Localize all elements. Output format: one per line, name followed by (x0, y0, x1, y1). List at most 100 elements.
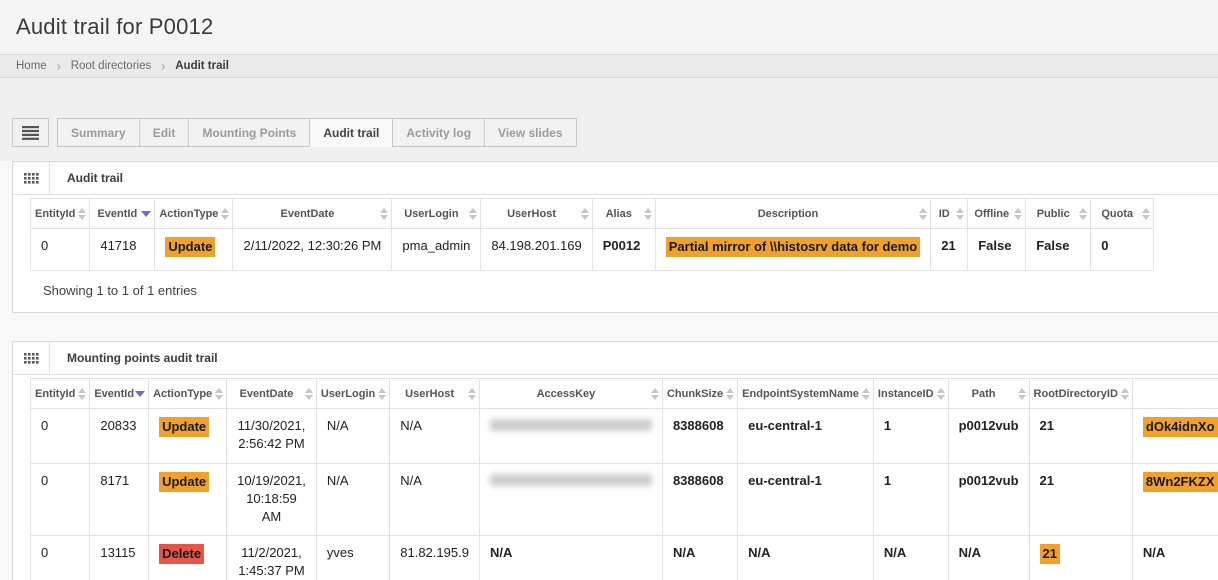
cell: N/A (316, 464, 389, 536)
column-header-UserHost[interactable]: UserHost (481, 199, 592, 229)
column-header-EndpointSystemName[interactable]: EndpointSystemName (738, 379, 874, 409)
cell: dOk4idnXo (1132, 409, 1218, 464)
tab-mounting-points[interactable]: Mounting Points (188, 118, 310, 147)
cell: P0012 (592, 229, 655, 271)
column-header-Public[interactable]: Public (1026, 199, 1091, 229)
breadcrumb-item-root-directories[interactable]: Root directories (71, 60, 152, 72)
column-header-label: EndpointSystemName (742, 388, 859, 400)
column-header-ActionType[interactable]: ActionType (149, 379, 227, 409)
tab-view-slides[interactable]: View slides (484, 118, 576, 147)
sort-icon (956, 208, 964, 220)
entries-count-text: Showing 1 to 1 of 1 entries (13, 271, 1218, 312)
sort-icon (78, 208, 86, 220)
sort-icon (1014, 208, 1022, 220)
column-header-AccessKey[interactable]: AccessKey (479, 379, 662, 409)
column-header-InstanceID[interactable]: InstanceID (873, 379, 948, 409)
cell: Delete (149, 535, 227, 580)
cell: 20833 (90, 409, 149, 464)
cell: p0012vub (948, 409, 1029, 464)
cell: p0012vub (948, 464, 1029, 536)
column-header-label: EventId (97, 208, 137, 220)
cell: 13115 (90, 535, 149, 580)
column-header-UserHost[interactable]: UserHost (390, 379, 480, 409)
tab-bar-region: SummaryEditMounting PointsAudit trailAct… (0, 78, 1218, 147)
column-header-blank (1132, 379, 1218, 409)
column-header-Quota[interactable]: Quota (1091, 199, 1154, 229)
column-header-RootDirectoryID[interactable]: RootDirectoryID (1029, 379, 1132, 409)
cell: 8Wn2FKZX (1132, 464, 1218, 536)
tab-bar: SummaryEditMounting PointsAudit trailAct… (12, 118, 1218, 147)
cell: 2/11/2022, 12:30:26 PM (233, 229, 392, 271)
column-header-label: EntityId (35, 208, 75, 220)
cell: 11/2/2021, 1:45:37 PM (227, 535, 317, 580)
cell: 8388608 (662, 464, 737, 536)
header-row: EntityId EventId ActionTypeEventDateUserLo… (31, 199, 1154, 229)
cell: 0 (1091, 229, 1154, 271)
breadcrumb-item-home[interactable]: Home (16, 60, 47, 72)
breadcrumb-separator-icon: › (57, 58, 61, 74)
column-header-Path[interactable]: Path (948, 379, 1029, 409)
sort-icon (1121, 388, 1129, 400)
grid-menu-icon[interactable] (13, 342, 50, 374)
column-header-label: Public (1037, 208, 1070, 220)
column-header-EventDate[interactable]: EventDate (227, 379, 317, 409)
cell: 1 (873, 409, 948, 464)
menu-button[interactable] (12, 118, 49, 147)
column-header-ID[interactable]: ID (931, 199, 968, 229)
cell: N/A (873, 535, 948, 580)
column-header-EventDate[interactable]: EventDate (233, 199, 392, 229)
column-header-label: Description (758, 208, 819, 220)
column-header-EventId[interactable]: EventId (90, 379, 149, 409)
cell: Partial mirror of \\histosrv data for de… (655, 229, 931, 271)
tab-edit[interactable]: Edit (139, 118, 190, 147)
sort-icon (78, 388, 86, 400)
column-header-UserLogin[interactable]: UserLogin (316, 379, 389, 409)
cell: 21 (1029, 464, 1132, 536)
cell: 81.82.195.9 (390, 535, 480, 580)
sort-icon (1018, 388, 1026, 400)
tab-summary[interactable]: Summary (57, 118, 140, 147)
sort-icon (468, 388, 476, 400)
column-header-Offline[interactable]: Offline (968, 199, 1026, 229)
tab-activity-log[interactable]: Activity log (392, 118, 485, 147)
table-row: 013115Delete11/2/2021, 1:45:37 PMyves81.… (31, 535, 1218, 580)
cell: eu-central-1 (738, 464, 874, 536)
page-title: Audit trail for P0012 (16, 14, 1202, 40)
column-header-EntityId[interactable]: EntityId (31, 379, 90, 409)
sort-icon (469, 208, 477, 220)
column-header-Alias[interactable]: Alias (592, 199, 655, 229)
column-header-label: Quota (1101, 208, 1133, 220)
cell: 10/19/2021, 10:18:59 AM (227, 464, 317, 536)
cell: 21 (1029, 409, 1132, 464)
panel-title: Audit trail (50, 162, 123, 194)
column-header-label: InstanceID (878, 388, 934, 400)
sort-icon (380, 208, 388, 220)
breadcrumb-separator-icon: › (161, 58, 165, 74)
table-row: 020833Update11/30/2021, 2:56:42 PMN/AN/A… (31, 409, 1218, 464)
highlighted-value: 8Wn2FKZX (1143, 472, 1218, 492)
highlighted-value: Delete (159, 544, 204, 564)
grid-menu-icon[interactable] (13, 162, 50, 194)
redacted-value (490, 474, 652, 486)
cell: False (1026, 229, 1091, 271)
column-header-label: UserHost (405, 388, 454, 400)
table-row: 041718Update2/11/2022, 12:30:26 PMpma_ad… (31, 229, 1154, 271)
cell: N/A (1132, 535, 1218, 580)
column-header-label: EventDate (240, 388, 294, 400)
highlighted-value: 21 (1040, 544, 1060, 564)
column-header-EventId[interactable]: EventId (90, 199, 155, 229)
sort-icon (581, 208, 589, 220)
table-row: 08171Update10/19/2021, 10:18:59 AMN/AN/A… (31, 464, 1218, 536)
cell: False (968, 229, 1026, 271)
tab-audit-trail[interactable]: Audit trail (309, 118, 393, 147)
header-row: EntityIdEventIdActionType EventDate UserLo… (31, 379, 1218, 409)
column-header-Description[interactable]: Description (655, 199, 931, 229)
column-header-UserLogin[interactable]: UserLogin (392, 199, 481, 229)
breadcrumb: Home›Root directories›Audit trail (0, 54, 1218, 78)
column-header-ChunkSize[interactable]: ChunkSize (662, 379, 737, 409)
column-header-ActionType[interactable]: ActionType (155, 199, 233, 229)
cell: 21 (1029, 535, 1132, 580)
column-header-label: AccessKey (537, 388, 596, 400)
sort-icon (651, 388, 659, 400)
column-header-EntityId[interactable]: EntityId (31, 199, 90, 229)
